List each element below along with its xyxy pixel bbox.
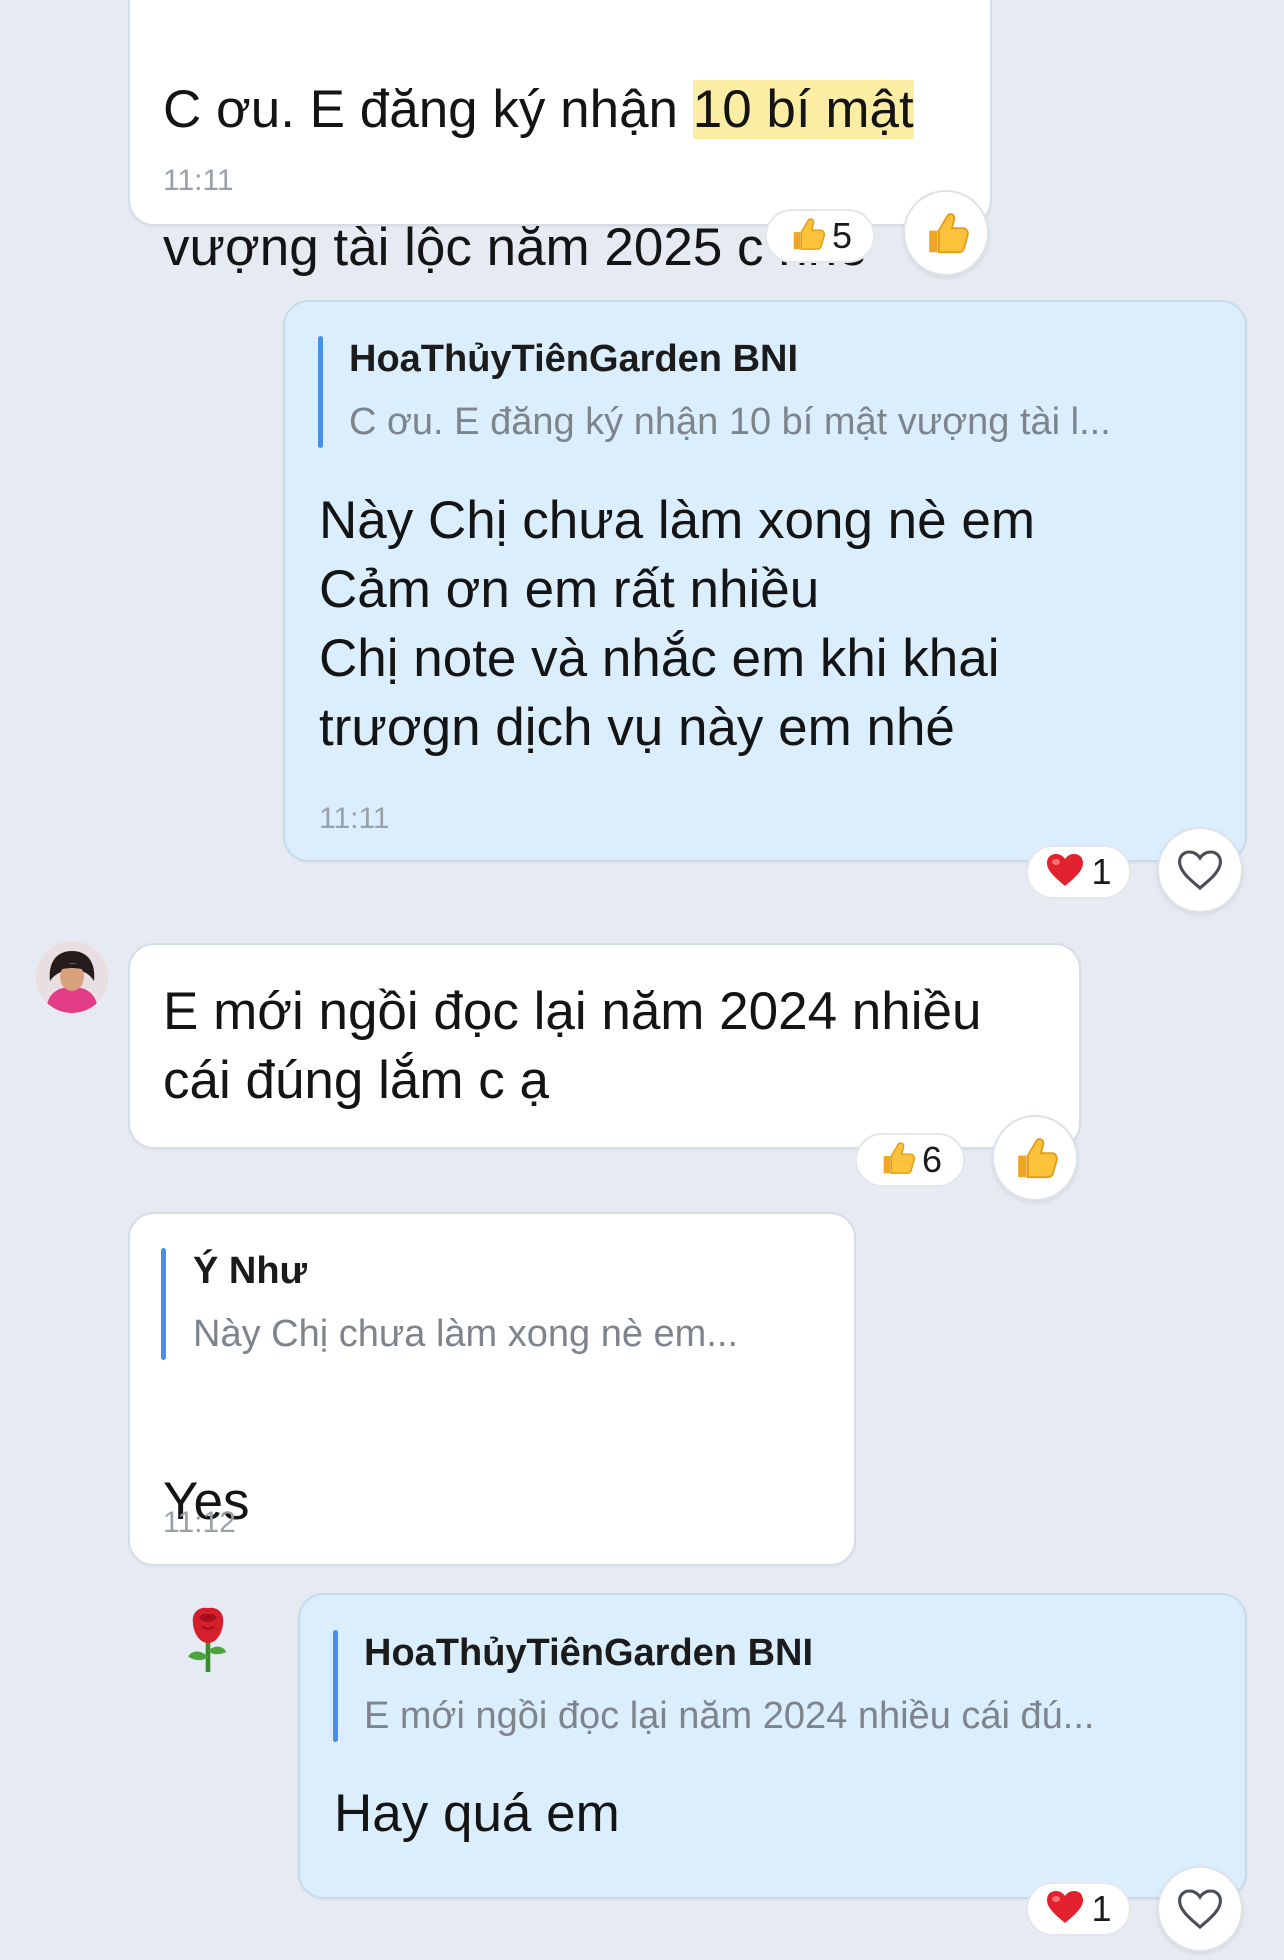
message-time-2: 11:11	[319, 802, 390, 835]
reaction-summary-5[interactable]: 1	[1026, 1882, 1131, 1936]
heart-react-button[interactable]	[1157, 827, 1243, 913]
message-time-1: 11:11	[163, 164, 234, 197]
reply-quote-text: Này Chị chưa làm xong nè em...	[193, 1313, 739, 1355]
message-text-1-line2: vượng tài lộc năm 2025 c nhé	[163, 218, 867, 277]
reply-quote-bar	[161, 1248, 166, 1360]
reply-quote-text: E mới ngồi đọc lại năm 2024 nhiều cái đú…	[364, 1695, 1095, 1737]
heart-outline-icon	[1178, 850, 1222, 891]
thumbs-up-icon	[788, 215, 826, 258]
reaction-count: 6	[921, 1139, 943, 1180]
thumbs-up-icon	[878, 1139, 916, 1182]
thumbs-up-icon	[1018, 1138, 1058, 1179]
thumbs-up-react-button[interactable]	[903, 190, 989, 276]
heart-icon	[1045, 1888, 1085, 1931]
message-time-4: 11:12	[163, 1506, 236, 1539]
reaction-summary-3[interactable]: 6	[855, 1133, 965, 1187]
reply-quote-author: HoaThủyTiênGarden BNI	[349, 338, 799, 380]
rose-icon	[177, 1536, 239, 1692]
thumbs-up-icon	[929, 213, 969, 254]
reaction-count: 1	[1091, 1888, 1112, 1929]
reply-quote-bar	[318, 336, 323, 448]
reaction-summary-2[interactable]: 1	[1026, 845, 1131, 899]
chat-thread[interactable]: C ơu. E đăng ký nhận 10 bí mật vượng tài…	[0, 0, 1284, 1960]
reply-quote-author: Ý Như	[193, 1250, 308, 1292]
reply-quote-bar	[333, 1630, 338, 1742]
reply-quote-text: C ơu. E đăng ký nhận 10 bí mật vượng tài…	[349, 401, 1111, 443]
message-text-3: E mới ngồi đọc lại năm 2024 nhiều cái đú…	[163, 982, 982, 1110]
heart-outline-icon	[1178, 1889, 1222, 1930]
reply-quote-author: HoaThủyTiênGarden BNI	[364, 1632, 814, 1674]
message-text-2: Này Chị chưa làm xong nè em Cảm ơn em rấ…	[319, 491, 1035, 757]
avatar[interactable]	[36, 941, 108, 1013]
reaction-count: 5	[831, 215, 853, 256]
heart-react-button[interactable]	[1157, 1866, 1243, 1952]
thumbs-up-react-button[interactable]	[992, 1115, 1078, 1201]
heart-icon	[1045, 851, 1085, 894]
message-text-1-line1: C ơu. E đăng ký nhận	[163, 80, 693, 139]
reaction-summary-1[interactable]: 5	[765, 209, 875, 263]
message-text-5: Hay quá em	[334, 1784, 620, 1843]
keyword-highlight: 10 bí mật	[692, 80, 914, 139]
reaction-count: 1	[1091, 851, 1112, 892]
